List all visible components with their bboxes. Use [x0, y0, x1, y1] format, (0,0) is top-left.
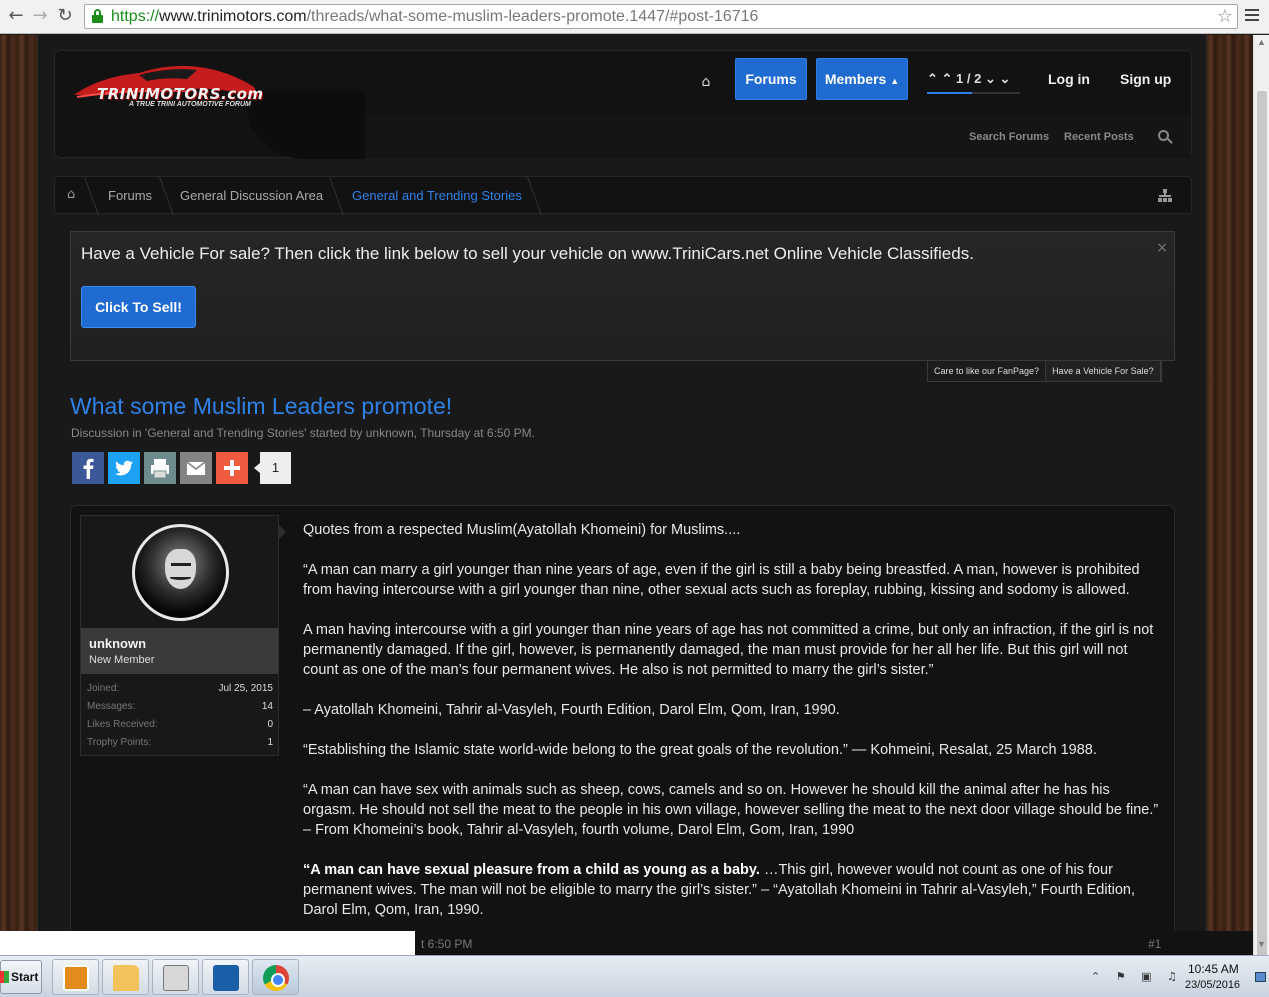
home-icon[interactable]: ⌂	[695, 71, 717, 93]
message-paragraph: “A man can marry a girl younger than nin…	[303, 562, 1140, 598]
twitter-share-button[interactable]	[108, 452, 140, 484]
search-icon[interactable]	[1158, 130, 1173, 145]
mask-icon	[165, 549, 196, 589]
plus-icon	[224, 460, 240, 476]
taskbar-outlook[interactable]	[202, 959, 249, 995]
email-icon	[186, 461, 206, 475]
sitemap-icon[interactable]	[1158, 189, 1172, 202]
facebook-icon	[83, 458, 94, 479]
tab-vehicle-for-sale[interactable]: Have a Vehicle For Sale?	[1046, 361, 1161, 381]
url-text: https://www.trinimotors.com/threads/what…	[111, 8, 759, 25]
calculator-icon	[163, 965, 189, 991]
windows-flag-icon	[0, 971, 9, 983]
white-overlay	[0, 931, 415, 955]
outlook-icon	[213, 965, 239, 991]
share-count: 1	[254, 452, 291, 484]
breadcrumb-home-icon[interactable]: ⌂	[67, 187, 75, 202]
print-button[interactable]	[144, 452, 176, 484]
scroll-up-icon[interactable]: ▲	[1257, 37, 1266, 47]
post-message: unknown New Member Joined: Jul 25, 2015 M…	[70, 505, 1175, 931]
avatar[interactable]	[132, 524, 229, 621]
login-link[interactable]: Log in	[1048, 71, 1090, 87]
signup-link[interactable]: Sign up	[1120, 71, 1171, 87]
breadcrumb-forums[interactable]: Forums	[108, 188, 152, 203]
reload-icon[interactable]: ↻	[55, 6, 75, 26]
post-footer: t 6:50 PM #1	[415, 931, 1253, 955]
message-paragraph: A man having intercourse with a girl you…	[303, 622, 1154, 678]
message-paragraph: – Ayatollah Khomeini, Tahrir al-Vasyleh,…	[303, 702, 840, 718]
facebook-share-button[interactable]	[72, 452, 104, 484]
username[interactable]: unknown	[89, 636, 146, 651]
taskbar-chrome[interactable]	[252, 959, 299, 995]
header-subnav	[305, 117, 1191, 158]
start-button[interactable]: Start	[0, 960, 42, 994]
show-desktop-button[interactable]	[1255, 972, 1266, 982]
tray-icons[interactable]: ⌃ ⚑ ▣ ♫	[1091, 970, 1183, 983]
message-paragraph: “Establishing the Islamic state world-wi…	[303, 742, 1097, 758]
breadcrumb: ⌂ Forums General Discussion Area General…	[54, 176, 1192, 215]
forum-page: TRINIMOTORS.com A TRUE TRINI AUTOMOTIVE …	[37, 35, 1207, 931]
browser-menu-icon[interactable]	[1245, 9, 1259, 23]
user-info-panel: unknown New Member Joined: Jul 25, 2015 M…	[80, 515, 279, 756]
user-title: New Member	[89, 654, 155, 666]
first-page-icon[interactable]: ⌃	[927, 71, 938, 86]
message-paragraph: “A man can have sex with animals such as…	[303, 782, 1159, 838]
forward-icon[interactable]: →	[30, 6, 50, 26]
message-paragraph: Quotes from a respected Muslim(Ayatollah…	[303, 522, 741, 538]
lock-icon	[91, 9, 104, 23]
recent-posts-link[interactable]: Recent Posts	[1064, 131, 1134, 143]
folder-icon	[113, 965, 139, 991]
message-body: Quotes from a respected Muslim(Ayatollah…	[303, 520, 1163, 931]
address-bar[interactable]: https://www.trinimotors.com/threads/what…	[84, 4, 1238, 29]
close-icon[interactable]: ×	[1156, 240, 1168, 256]
sell-notice: Have a Vehicle For sale? Then click the …	[70, 231, 1175, 361]
click-to-sell-button[interactable]: Click To Sell!	[81, 286, 196, 328]
scroll-down-icon[interactable]: ▼	[1257, 939, 1266, 949]
post-permalink[interactable]: #1	[1148, 937, 1161, 951]
windows-taskbar: Start ⌃ ⚑ ▣ ♫ 10:45 AM 23/05/2016	[0, 955, 1269, 997]
background-wood-left	[0, 35, 37, 931]
clock-date[interactable]: 23/05/2016	[1185, 979, 1240, 991]
print-icon	[151, 459, 169, 479]
tab-members[interactable]: Members ▲	[816, 58, 908, 100]
chrome-icon	[263, 965, 289, 991]
twitter-icon	[115, 460, 133, 476]
media-player-icon	[63, 965, 89, 991]
browser-toolbar: ← → ↻ https://www.trinimotors.com/thread…	[0, 0, 1269, 34]
site-header: TRINIMOTORS.com A TRUE TRINI AUTOMOTIVE …	[54, 50, 1192, 159]
email-share-button[interactable]	[180, 452, 212, 484]
post-date[interactable]: t 6:50 PM	[421, 937, 472, 951]
tab-forums[interactable]: Forums	[735, 58, 807, 100]
thread-title: What some Muslim Leaders promote!	[70, 393, 453, 419]
system-tray: ⌃ ⚑ ▣ ♫ 10:45 AM 23/05/2016	[1085, 960, 1269, 994]
breadcrumb-general-discussion[interactable]: General Discussion Area	[180, 188, 323, 203]
last-page-icon[interactable]: ⌄	[999, 71, 1010, 86]
page-jump[interactable]: ⌃ ⌃ 1 / 2 ⌄ ⌄	[927, 71, 1010, 87]
caret-up-icon: ▲	[890, 76, 900, 86]
search-forums-link[interactable]: Search Forums	[969, 131, 1049, 143]
more-share-button[interactable]	[216, 452, 248, 484]
back-icon[interactable]: ←	[6, 6, 26, 26]
clock-time[interactable]: 10:45 AM	[1188, 962, 1239, 976]
tab-fanpage[interactable]: Care to like our FanPage?	[928, 361, 1047, 381]
notice-text: Have a Vehicle For sale? Then click the …	[81, 244, 974, 263]
bookmark-star-icon[interactable]: ☆	[1217, 6, 1233, 27]
breadcrumb-current[interactable]: General and Trending Stories	[352, 188, 522, 203]
taskbar-media-player[interactable]	[52, 959, 99, 995]
site-logo[interactable]: TRINIMOTORS.com A TRUE TRINI AUTOMOTIVE …	[69, 57, 264, 117]
thread-meta: Discussion in 'General and Trending Stor…	[71, 426, 535, 440]
background-wood-right	[1207, 35, 1253, 931]
notice-tabs: Care to like our FanPage? Have a Vehicle…	[927, 361, 1162, 382]
scrollbar-thumb[interactable]	[1257, 91, 1267, 957]
message-paragraph: “A man can have sexual pleasure from a c…	[303, 862, 1135, 918]
logo-tagline: A TRUE TRINI AUTOMOTIVE FORUM	[129, 101, 251, 108]
page-scrollbar[interactable]: ▲ ▼	[1253, 35, 1269, 957]
taskbar-explorer[interactable]	[102, 959, 149, 995]
taskbar-calculator[interactable]	[152, 959, 199, 995]
